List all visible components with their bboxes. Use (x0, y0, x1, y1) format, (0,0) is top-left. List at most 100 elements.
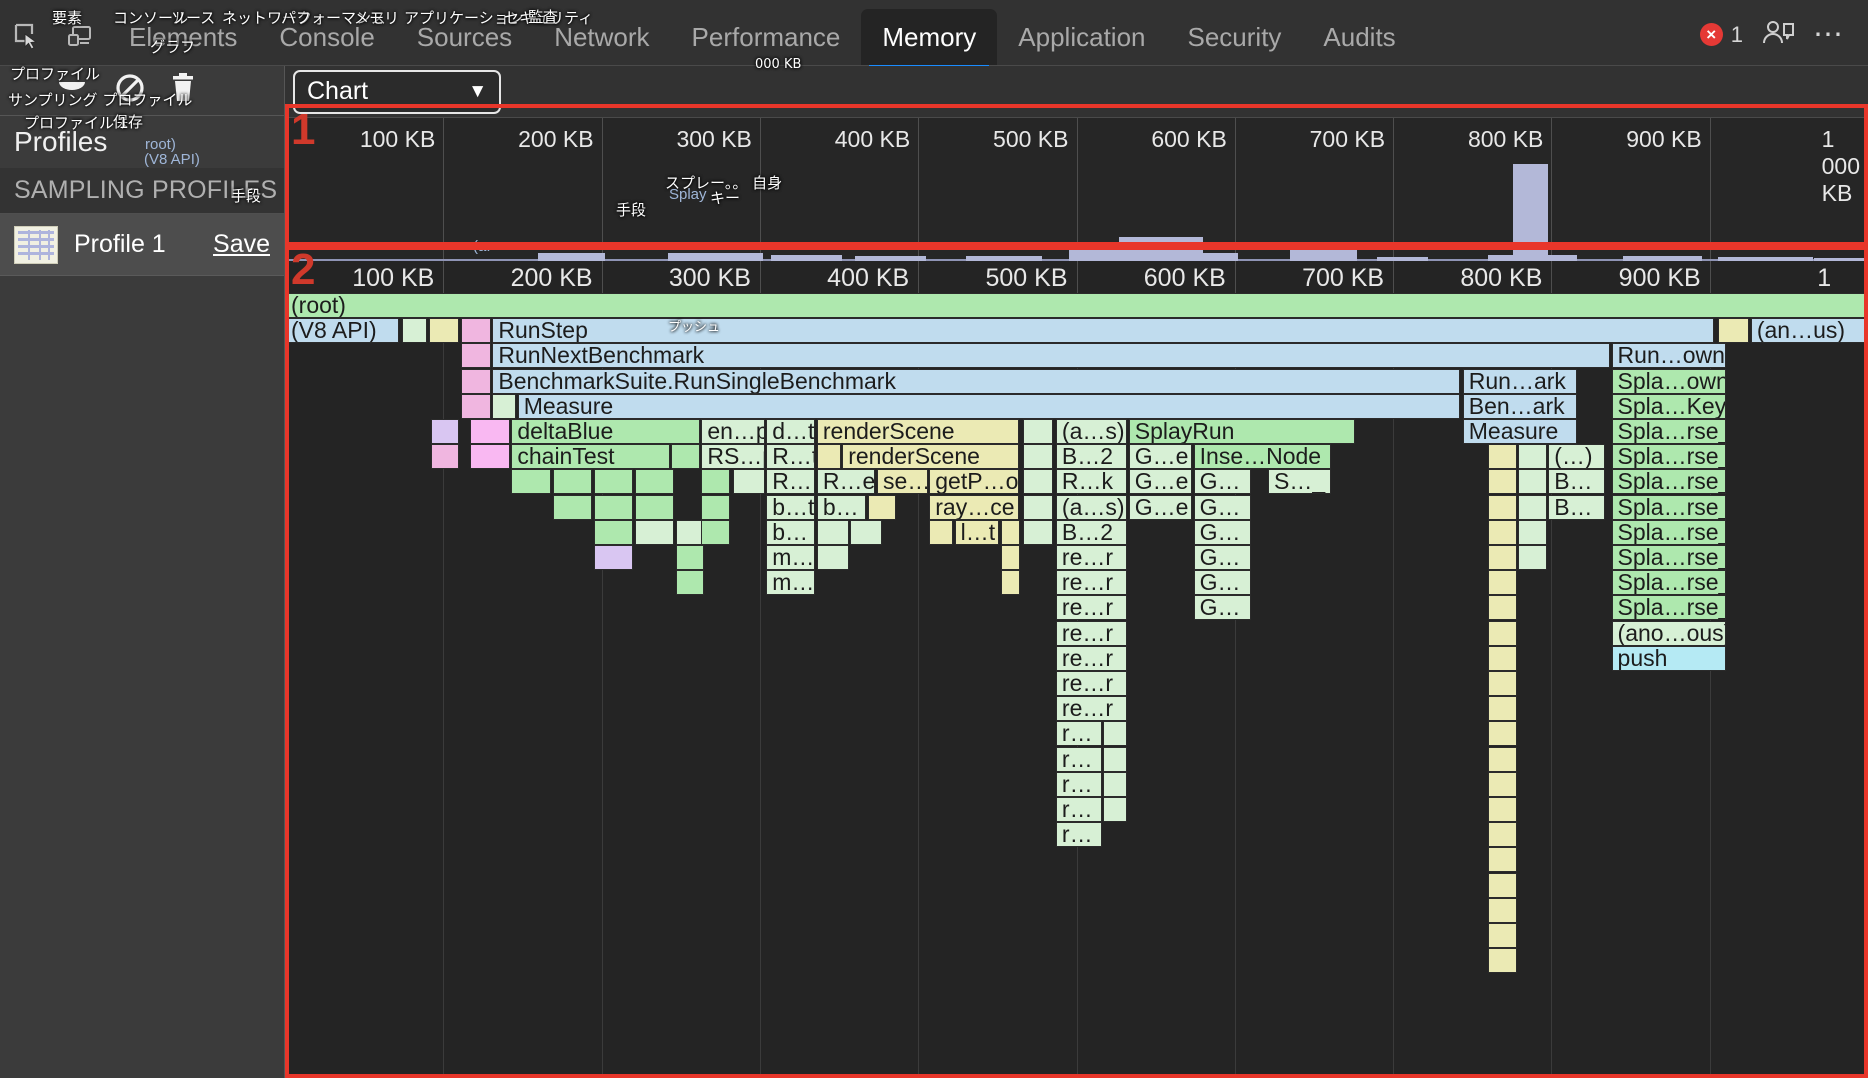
flame-frame-unlabeled[interactable] (868, 495, 896, 520)
flame-frame[interactable]: Run…own (1612, 343, 1726, 368)
flame-frame-unlabeled[interactable] (470, 444, 510, 469)
flame-frame[interactable]: push (1612, 646, 1726, 671)
flame-frame[interactable]: deltaBlue (511, 419, 699, 444)
error-badge[interactable]: × 1 (1700, 22, 1743, 48)
flame-frame-unlabeled[interactable] (676, 570, 704, 595)
flame-frame-unlabeled[interactable] (701, 469, 729, 494)
flame-frame-unlabeled[interactable] (1488, 621, 1516, 646)
flame-frame[interactable]: r… (1056, 822, 1102, 847)
flame-frame-unlabeled[interactable] (1488, 847, 1516, 872)
flame-frame[interactable]: en…pt (701, 419, 764, 444)
flame-frame[interactable]: R…e (817, 469, 876, 494)
flame-frame-unlabeled[interactable] (1488, 772, 1516, 797)
flame-frame-unlabeled[interactable] (929, 520, 953, 545)
account-icon[interactable] (1761, 18, 1795, 51)
flame-frame-unlabeled[interactable] (1488, 948, 1516, 973)
flame-frame-unlabeled[interactable] (1518, 444, 1546, 469)
flame-frame[interactable]: G…e (1129, 444, 1192, 469)
flame-chart[interactable]: (root)(V8 API)RunStep(an…us)RunNextBench… (285, 293, 1868, 1078)
flame-frame-unlabeled[interactable] (1488, 570, 1516, 595)
flame-frame-unlabeled[interactable] (461, 343, 491, 368)
flame-frame[interactable]: r… (1056, 747, 1102, 772)
flame-frame[interactable]: Spla…rse_ (1612, 595, 1726, 620)
flame-frame[interactable]: G… (1194, 469, 1251, 494)
flame-frame-unlabeled[interactable] (1488, 797, 1516, 822)
flame-frame[interactable]: chainTest (511, 444, 669, 469)
flame-frame[interactable]: r… (1056, 772, 1102, 797)
flame-frame[interactable]: Run…ark (1463, 369, 1577, 394)
profile-list-item[interactable]: Profile 1 Save (0, 214, 284, 276)
flame-frame[interactable]: Spla…own (1612, 369, 1726, 394)
flame-frame-unlabeled[interactable] (1518, 520, 1546, 545)
flame-frame-unlabeled[interactable] (1103, 747, 1127, 772)
flame-frame-unlabeled[interactable] (1488, 545, 1516, 570)
flame-frame[interactable]: re…r (1056, 621, 1127, 646)
flame-frame-unlabeled[interactable] (733, 469, 765, 494)
flame-frame-unlabeled[interactable] (1488, 898, 1516, 923)
flame-frame[interactable]: b…t (766, 495, 815, 520)
flame-frame-unlabeled[interactable] (1103, 797, 1127, 822)
flame-frame-unlabeled[interactable] (1518, 469, 1546, 494)
inspect-element-icon[interactable] (0, 9, 54, 63)
flame-frame-unlabeled[interactable] (1023, 469, 1053, 494)
flame-frame-unlabeled[interactable] (1488, 595, 1516, 620)
flame-frame-unlabeled[interactable] (1488, 873, 1516, 898)
flame-frame-unlabeled[interactable] (594, 545, 634, 570)
flame-frame[interactable]: Spla…rse_ (1612, 545, 1726, 570)
flame-frame-unlabeled[interactable] (461, 318, 491, 343)
flame-frame[interactable]: G… (1194, 545, 1251, 570)
flame-frame[interactable]: G… (1194, 570, 1251, 595)
flame-frame[interactable]: BenchmarkSuite.RunSingleBenchmark (492, 369, 1459, 394)
flame-frame[interactable]: S…_ (1268, 469, 1331, 494)
flame-frame-unlabeled[interactable] (1001, 570, 1020, 595)
tab-memory[interactable]: Memory (861, 9, 997, 65)
flame-frame-unlabeled[interactable] (429, 318, 459, 343)
flame-frame[interactable]: (…) (1548, 444, 1605, 469)
flame-frame[interactable]: Spla…rse_ (1612, 469, 1726, 494)
flame-frame[interactable]: (a…s) (1056, 495, 1127, 520)
flame-frame-unlabeled[interactable] (1023, 419, 1053, 444)
flame-frame[interactable]: ray…ce (929, 495, 1019, 520)
flame-frame-unlabeled[interactable] (1488, 822, 1516, 847)
flame-frame[interactable]: Spla…Keys (1612, 394, 1726, 419)
flame-frame-unlabeled[interactable] (1488, 495, 1516, 520)
flame-frame-unlabeled[interactable] (1023, 520, 1053, 545)
flame-frame[interactable]: r… (1056, 797, 1102, 822)
flame-frame-unlabeled[interactable] (1023, 495, 1053, 520)
flame-frame[interactable]: l…t (955, 520, 999, 545)
flame-frame[interactable]: b… (817, 495, 866, 520)
flame-frame-unlabeled[interactable] (553, 495, 593, 520)
flame-frame[interactable]: Measure (518, 394, 1460, 419)
flame-frame-unlabeled[interactable] (1718, 318, 1750, 343)
flame-frame[interactable]: R…t (766, 444, 815, 469)
flame-frame[interactable]: B… (1548, 495, 1605, 520)
flame-frame-unlabeled[interactable] (1001, 520, 1020, 545)
flame-frame[interactable]: re…r (1056, 595, 1127, 620)
flame-frame[interactable]: getP…olor (929, 469, 1019, 494)
flame-frame-unlabeled[interactable] (492, 394, 516, 419)
flame-frame[interactable]: m… (766, 545, 815, 570)
flame-frame[interactable]: re…r (1056, 671, 1127, 696)
flame-frame[interactable]: Spla…rse_ (1612, 419, 1726, 444)
flame-frame-unlabeled[interactable] (594, 495, 634, 520)
flame-frame-unlabeled[interactable] (511, 469, 551, 494)
flame-frame[interactable]: d…t (766, 419, 815, 444)
flame-frame[interactable]: renderScene (817, 419, 1020, 444)
flame-frame[interactable]: renderScene (842, 444, 1019, 469)
flame-frame-unlabeled[interactable] (817, 545, 849, 570)
flame-frame[interactable]: (ano…ous) (1612, 621, 1726, 646)
flame-frame-unlabeled[interactable] (594, 520, 634, 545)
flame-frame-unlabeled[interactable] (701, 495, 729, 520)
flame-frame[interactable]: RunNextBenchmark (492, 343, 1610, 368)
flame-frame[interactable]: G… (1194, 495, 1251, 520)
flame-frame-unlabeled[interactable] (1488, 696, 1516, 721)
flame-frame[interactable]: (root) (285, 293, 1868, 318)
flame-frame-unlabeled[interactable] (1488, 721, 1516, 746)
flame-frame[interactable]: G…e (1129, 469, 1192, 494)
flame-frame[interactable]: re…r (1056, 646, 1127, 671)
flame-frame[interactable]: re…r (1056, 570, 1127, 595)
flame-frame[interactable]: se…l (877, 469, 928, 494)
flame-frame[interactable]: Spla…rse_ (1612, 520, 1726, 545)
flame-frame-unlabeled[interactable] (1518, 495, 1546, 520)
flame-frame-unlabeled[interactable] (431, 444, 459, 469)
